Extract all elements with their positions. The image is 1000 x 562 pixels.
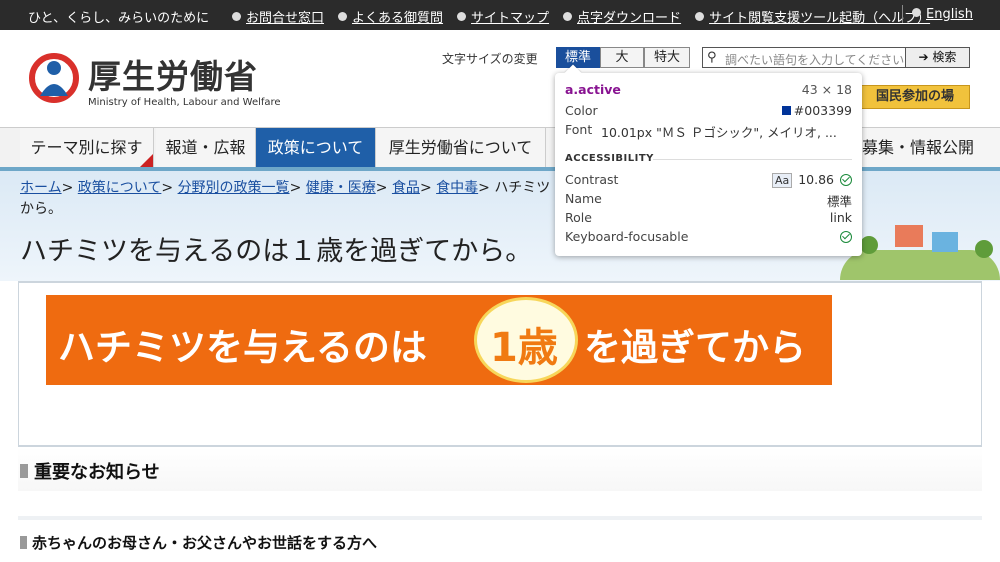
search-input[interactable]: 調べたい語句を入力してください xyxy=(725,51,904,68)
link-english[interactable]: English xyxy=(912,7,973,22)
contrast-value: Aa 10.86 xyxy=(771,172,852,188)
check-icon xyxy=(840,174,852,186)
tooltip-contrast-row: Contrast Aa 10.86 xyxy=(565,172,852,190)
name-label: Name xyxy=(565,191,602,206)
banner-age: 1歳 xyxy=(490,325,558,371)
top-utility-bar: ひと、くらし、みらいのために お問合せ窓口 よくある御質問 サイトマップ 点字ダ… xyxy=(0,0,1000,30)
link-contact[interactable]: お問合せ窓口 xyxy=(232,7,338,26)
civic-participation-button[interactable]: 国民参加の場 xyxy=(860,85,970,109)
font-label: Font xyxy=(565,122,593,137)
heading-marker xyxy=(20,464,28,478)
parents-section-heading: 赤ちゃんのお母さん・お父さんやお世話をする方へ xyxy=(18,530,982,554)
tooltip-color-row: Color #003399 xyxy=(565,103,852,121)
link-braille[interactable]: 点字ダウンロード xyxy=(563,7,695,26)
bullet-icon xyxy=(912,8,921,17)
breadcrumb-policy-list[interactable]: 分野別の政策一覧 xyxy=(178,180,290,196)
font-size-large-button[interactable]: 大 xyxy=(600,47,644,68)
banner-text-end: を過ぎてから xyxy=(584,326,806,369)
accessibility-section-title: ACCESSIBILITY xyxy=(565,153,654,164)
nav-theme-search-label: テーマ別に探す xyxy=(30,138,143,157)
tree-illustration xyxy=(860,236,878,254)
nav-about-ministry[interactable]: 厚生労働省について xyxy=(376,128,546,168)
role-value: link xyxy=(829,210,852,225)
site-logo-title[interactable]: 厚生労働省 xyxy=(88,50,258,98)
important-notice-heading: 重要なお知らせ xyxy=(18,445,982,491)
link-braille-label[interactable]: 点字ダウンロード xyxy=(577,11,681,26)
bullet-icon xyxy=(563,12,573,21)
breadcrumb-current-continued: から。 xyxy=(20,201,62,217)
link-sitemap[interactable]: サイトマップ xyxy=(457,7,563,26)
link-browse-tool-label[interactable]: サイト閲覧支援ツール起動（ヘルプ） xyxy=(709,11,930,26)
color-value-text: #003399 xyxy=(793,103,852,118)
breadcrumb-home[interactable]: ホーム xyxy=(20,180,62,196)
breadcrumb-food-poisoning[interactable]: 食中毒 xyxy=(436,180,478,196)
banner-text-start: ハチミツを与えるのは xyxy=(58,326,427,369)
contrast-badge-icon: Aa xyxy=(771,173,793,188)
contrast-label: Contrast xyxy=(565,172,619,187)
link-faq[interactable]: よくある御質問 xyxy=(338,7,457,26)
nav-recruitment[interactable]: 募集・情報公開 xyxy=(862,128,1000,168)
house-illustration xyxy=(932,232,958,252)
section-rule xyxy=(653,159,852,160)
top-links: お問合せ窓口 よくある御質問 サイトマップ 点字ダウンロード サイト閲覧支援ツー… xyxy=(232,7,944,26)
bullet-icon xyxy=(232,12,241,21)
tooltip-role-row: Role link xyxy=(565,210,852,228)
honey-banner: ハチミツを与えるのは 1歳 を過ぎてから xyxy=(46,295,832,385)
site-logo-subtitle: Ministry of Health, Labour and Welfare xyxy=(88,97,281,108)
nav-press[interactable]: 報道・広報 xyxy=(156,128,256,168)
link-browse-tool[interactable]: サイト閲覧支援ツール起動（ヘルプ） xyxy=(695,7,944,26)
font-size-label: 文字サイズの変更 xyxy=(442,52,538,66)
element-dimensions: 43 × 18 xyxy=(801,82,852,97)
ministry-logo-icon[interactable] xyxy=(28,52,80,104)
nav-policy[interactable]: 政策について xyxy=(256,128,376,168)
color-value: #003399 xyxy=(781,103,852,118)
house-illustration xyxy=(895,225,923,247)
bullet-icon xyxy=(338,12,348,21)
name-value: 標準 xyxy=(826,194,852,209)
check-icon xyxy=(840,231,852,243)
tree-illustration xyxy=(975,240,993,258)
tooltip-name-row: Name 標準 xyxy=(565,191,852,209)
keyboard-focusable-value xyxy=(834,229,852,244)
link-sitemap-label[interactable]: サイトマップ xyxy=(471,11,549,26)
bullet-icon xyxy=(457,12,467,21)
link-contact-label[interactable]: お問合せ窓口 xyxy=(246,11,324,26)
breadcrumb: ホーム> 政策について> 分野別の政策一覧> 健康・医療> 食品> 食中毒> ハ… xyxy=(20,180,551,217)
tooltip-font-row: Font 10.01px "ＭＳ Ｐゴシック", メイリオ, ... xyxy=(565,122,852,140)
tagline: ひと、くらし、みらいのために xyxy=(28,11,210,26)
link-faq-label[interactable]: よくある御質問 xyxy=(352,11,443,26)
font-value: 10.01px "ＭＳ Ｐゴシック", メイリオ, ... xyxy=(601,125,837,140)
search-button-label: 検索 xyxy=(932,50,957,64)
color-label: Color xyxy=(565,103,598,118)
nav-theme-search[interactable]: テーマ別に探す xyxy=(20,128,154,168)
link-english-label[interactable]: English xyxy=(926,7,973,22)
keyboard-focusable-label: Keyboard-focusable xyxy=(565,229,689,244)
search-button[interactable]: ➔ 検索 xyxy=(905,48,969,67)
color-swatch-icon xyxy=(781,106,791,115)
font-size-xlarge-button[interactable]: 特大 xyxy=(644,47,690,68)
breadcrumb-food[interactable]: 食品 xyxy=(392,180,420,196)
dropdown-marker-icon xyxy=(139,154,153,168)
site-search: ⚲ 調べたい語句を入力してください ➔ 検索 xyxy=(702,47,970,68)
breadcrumb-current: ハチミツ xyxy=(494,180,551,196)
search-icon: ⚲ xyxy=(707,50,717,65)
element-selector: a.active xyxy=(565,82,621,97)
devtools-inspect-tooltip: a.active 43 × 18 Color #003399 Font 10.0… xyxy=(555,64,862,256)
bullet-icon xyxy=(695,12,705,21)
tooltip-keyboard-row: Keyboard-focusable xyxy=(565,229,852,247)
breadcrumb-policy[interactable]: 政策について xyxy=(78,180,162,196)
section-divider xyxy=(18,516,982,520)
divider xyxy=(902,5,903,23)
important-notice-title: 重要なお知らせ xyxy=(34,462,160,483)
font-size-standard-button[interactable]: 標準 xyxy=(556,47,600,68)
role-label: Role xyxy=(565,210,592,225)
page-title: ハチミツを与えるのは１歳を過ぎてから。 xyxy=(20,236,533,267)
contrast-ratio: 10.86 xyxy=(798,172,834,187)
heading-marker xyxy=(20,536,27,549)
breadcrumb-health[interactable]: 健康・医療 xyxy=(306,180,376,196)
parents-section-title: 赤ちゃんのお母さん・お父さんやお世話をする方へ xyxy=(32,534,378,552)
